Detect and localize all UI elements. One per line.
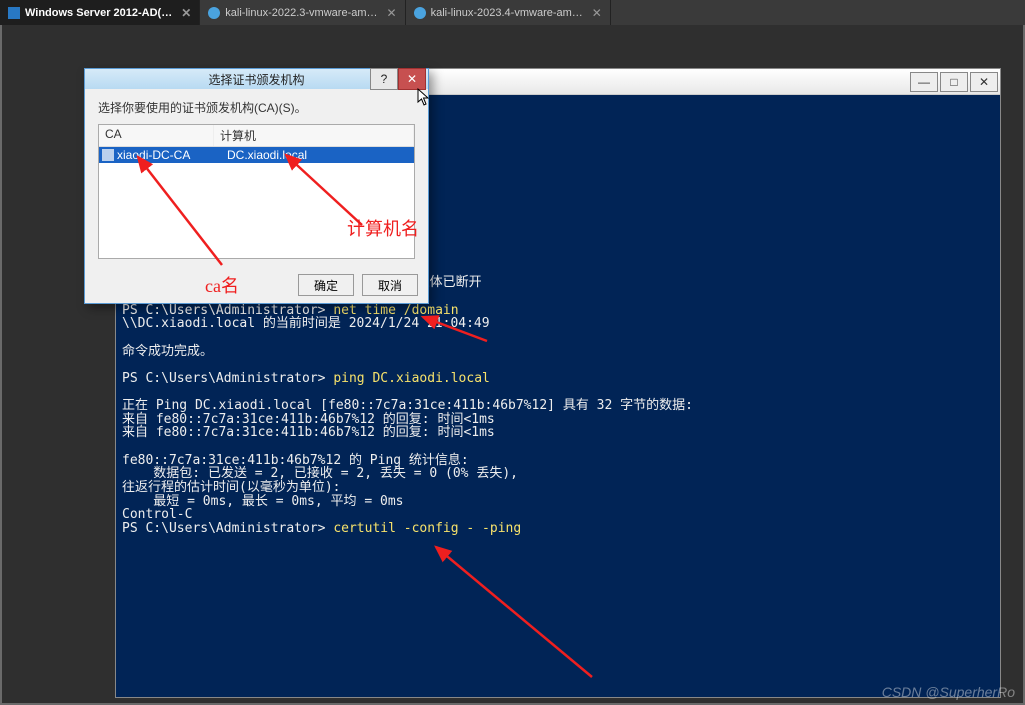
- dialog-body: 选择你要使用的证书颁发机构(CA)(S)。 CA 计算机 xiaodi-DC-C…: [85, 89, 428, 267]
- tab-label: kali-linux-2023.4-vmware-am…: [431, 7, 583, 19]
- close-icon[interactable]: ✕: [592, 6, 602, 20]
- ok-button[interactable]: 确定: [298, 274, 354, 296]
- list-header: CA 计算机: [99, 125, 414, 147]
- kali-icon: [208, 7, 220, 19]
- dialog-title: 选择证书颁发机构: [208, 71, 304, 88]
- close-button[interactable]: ✕: [398, 68, 426, 90]
- cell-computer-name: DC.xiaodi.local: [225, 148, 414, 162]
- ca-listview[interactable]: CA 计算机 xiaodi-DC-CA DC.xiaodi.local: [98, 124, 415, 259]
- tab-label: kali-linux-2022.3-vmware-am…: [225, 7, 377, 19]
- cert-icon: [102, 149, 114, 161]
- dialog-titlebar[interactable]: 选择证书颁发机构 ? ✕: [85, 69, 428, 89]
- dialog-prompt: 选择你要使用的证书颁发机构(CA)(S)。: [98, 99, 415, 116]
- close-icon[interactable]: ✕: [387, 6, 397, 20]
- vm-tab-kali-2022[interactable]: kali-linux-2022.3-vmware-am… ✕: [200, 0, 405, 25]
- list-row-selected[interactable]: xiaodi-DC-CA DC.xiaodi.local: [99, 147, 414, 163]
- cell-ca-name: xiaodi-DC-CA: [117, 148, 225, 162]
- windows-icon: [8, 7, 20, 19]
- vm-tab-kali-2023[interactable]: kali-linux-2023.4-vmware-am… ✕: [406, 0, 611, 25]
- maximize-button[interactable]: □: [940, 72, 968, 92]
- kali-icon: [414, 7, 426, 19]
- vm-tab-winserver[interactable]: Windows Server 2012-AD(… ✕: [0, 0, 200, 25]
- ca-select-dialog: 选择证书颁发机构 ? ✕ 选择你要使用的证书颁发机构(CA)(S)。 CA 计算…: [84, 68, 429, 304]
- help-button[interactable]: ?: [370, 68, 398, 90]
- close-button[interactable]: ✕: [970, 72, 998, 92]
- minimize-button[interactable]: —: [910, 72, 938, 92]
- dialog-buttons: 确定 取消: [85, 267, 428, 303]
- tab-label: Windows Server 2012-AD(…: [25, 7, 172, 19]
- close-icon[interactable]: ✕: [181, 6, 191, 20]
- col-header-computer[interactable]: 计算机: [214, 125, 414, 146]
- vm-canvas: 管理员: Windows PowerShell — □ ✕ 所有权利。 c7a:…: [0, 25, 1025, 705]
- vm-tabbar: Windows Server 2012-AD(… ✕ kali-linux-20…: [0, 0, 1025, 25]
- col-header-ca[interactable]: CA: [99, 125, 214, 146]
- cancel-button[interactable]: 取消: [362, 274, 418, 296]
